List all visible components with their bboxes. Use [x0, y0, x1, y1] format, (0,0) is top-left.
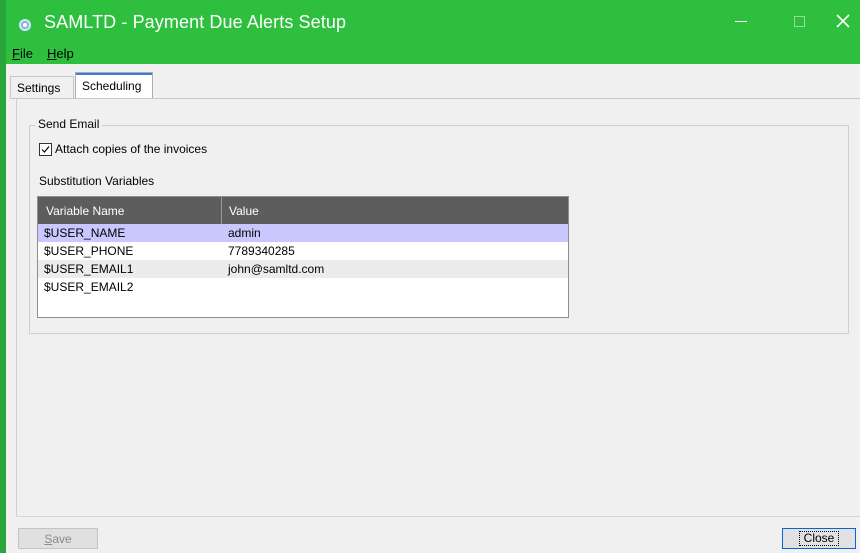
tab-scheduling[interactable]: Scheduling — [75, 72, 153, 98]
close-button[interactable]: Close — [782, 528, 856, 549]
tab-settings-label: Settings — [17, 80, 61, 95]
cell-value[interactable]: john@samltd.com — [228, 262, 324, 276]
close-icon — [836, 14, 850, 28]
column-separator[interactable] — [221, 197, 222, 224]
close-window-button[interactable] — [820, 0, 860, 42]
footer-divider — [16, 516, 860, 517]
column-header-variable-name[interactable]: Variable Name — [46, 204, 124, 218]
active-tab-indicator — [76, 73, 152, 75]
cell-variable-name: $USER_NAME — [44, 226, 126, 240]
substitution-variables-label: Substitution Variables — [39, 174, 155, 188]
menu-help[interactable]: Help — [47, 46, 74, 61]
maximize-icon — [793, 15, 805, 27]
window-left-accent — [0, 0, 6, 553]
tab-strip: Settings Scheduling — [10, 72, 860, 98]
cell-variable-name: $USER_EMAIL2 — [44, 280, 134, 294]
scheduling-panel: Send Email Attach copies of the invoices… — [16, 99, 860, 516]
maximize-button[interactable] — [776, 0, 822, 42]
window-title: SAMLTD - Payment Due Alerts Setup — [44, 12, 347, 32]
minimize-button[interactable] — [718, 0, 764, 42]
save-button[interactable]: Save — [18, 528, 98, 549]
menu-bar: File Help — [6, 42, 860, 64]
minimize-icon — [735, 20, 747, 22]
menu-file[interactable]: File — [12, 46, 33, 61]
substitution-variables-grid[interactable]: Variable Name Value $USER_NAME admin $US… — [37, 196, 569, 318]
app-icon — [19, 19, 31, 31]
save-button-label: Save — [44, 531, 72, 546]
column-header-value[interactable]: Value — [229, 204, 259, 218]
table-row[interactable]: $USER_NAME admin — [38, 224, 568, 242]
cell-value[interactable]: admin — [228, 226, 261, 240]
tab-settings[interactable]: Settings — [10, 76, 74, 98]
app-window: SAMLTD - Payment Due Alerts Setup File H… — [0, 0, 860, 553]
table-row[interactable]: $USER_PHONE 7789340285 — [38, 242, 568, 260]
cell-variable-name: $USER_EMAIL1 — [44, 262, 134, 276]
send-email-group-label: Send Email — [35, 117, 103, 131]
cell-value[interactable]: 7789340285 — [228, 244, 295, 258]
checkmark-icon — [41, 145, 50, 153]
attach-invoices-option[interactable]: Attach copies of the invoices — [39, 142, 207, 156]
table-row[interactable]: $USER_EMAIL2 — [38, 278, 568, 296]
table-row[interactable]: $USER_EMAIL1 john@samltd.com — [38, 260, 568, 278]
tab-scheduling-label: Scheduling — [82, 78, 142, 93]
attach-invoices-label: Attach copies of the invoices — [55, 142, 208, 156]
close-button-label: Close — [798, 531, 840, 546]
attach-invoices-checkbox[interactable] — [39, 142, 52, 156]
cell-variable-name: $USER_PHONE — [44, 244, 134, 258]
title-bar[interactable]: SAMLTD - Payment Due Alerts Setup — [6, 0, 860, 42]
grid-header: Variable Name Value — [38, 197, 568, 224]
